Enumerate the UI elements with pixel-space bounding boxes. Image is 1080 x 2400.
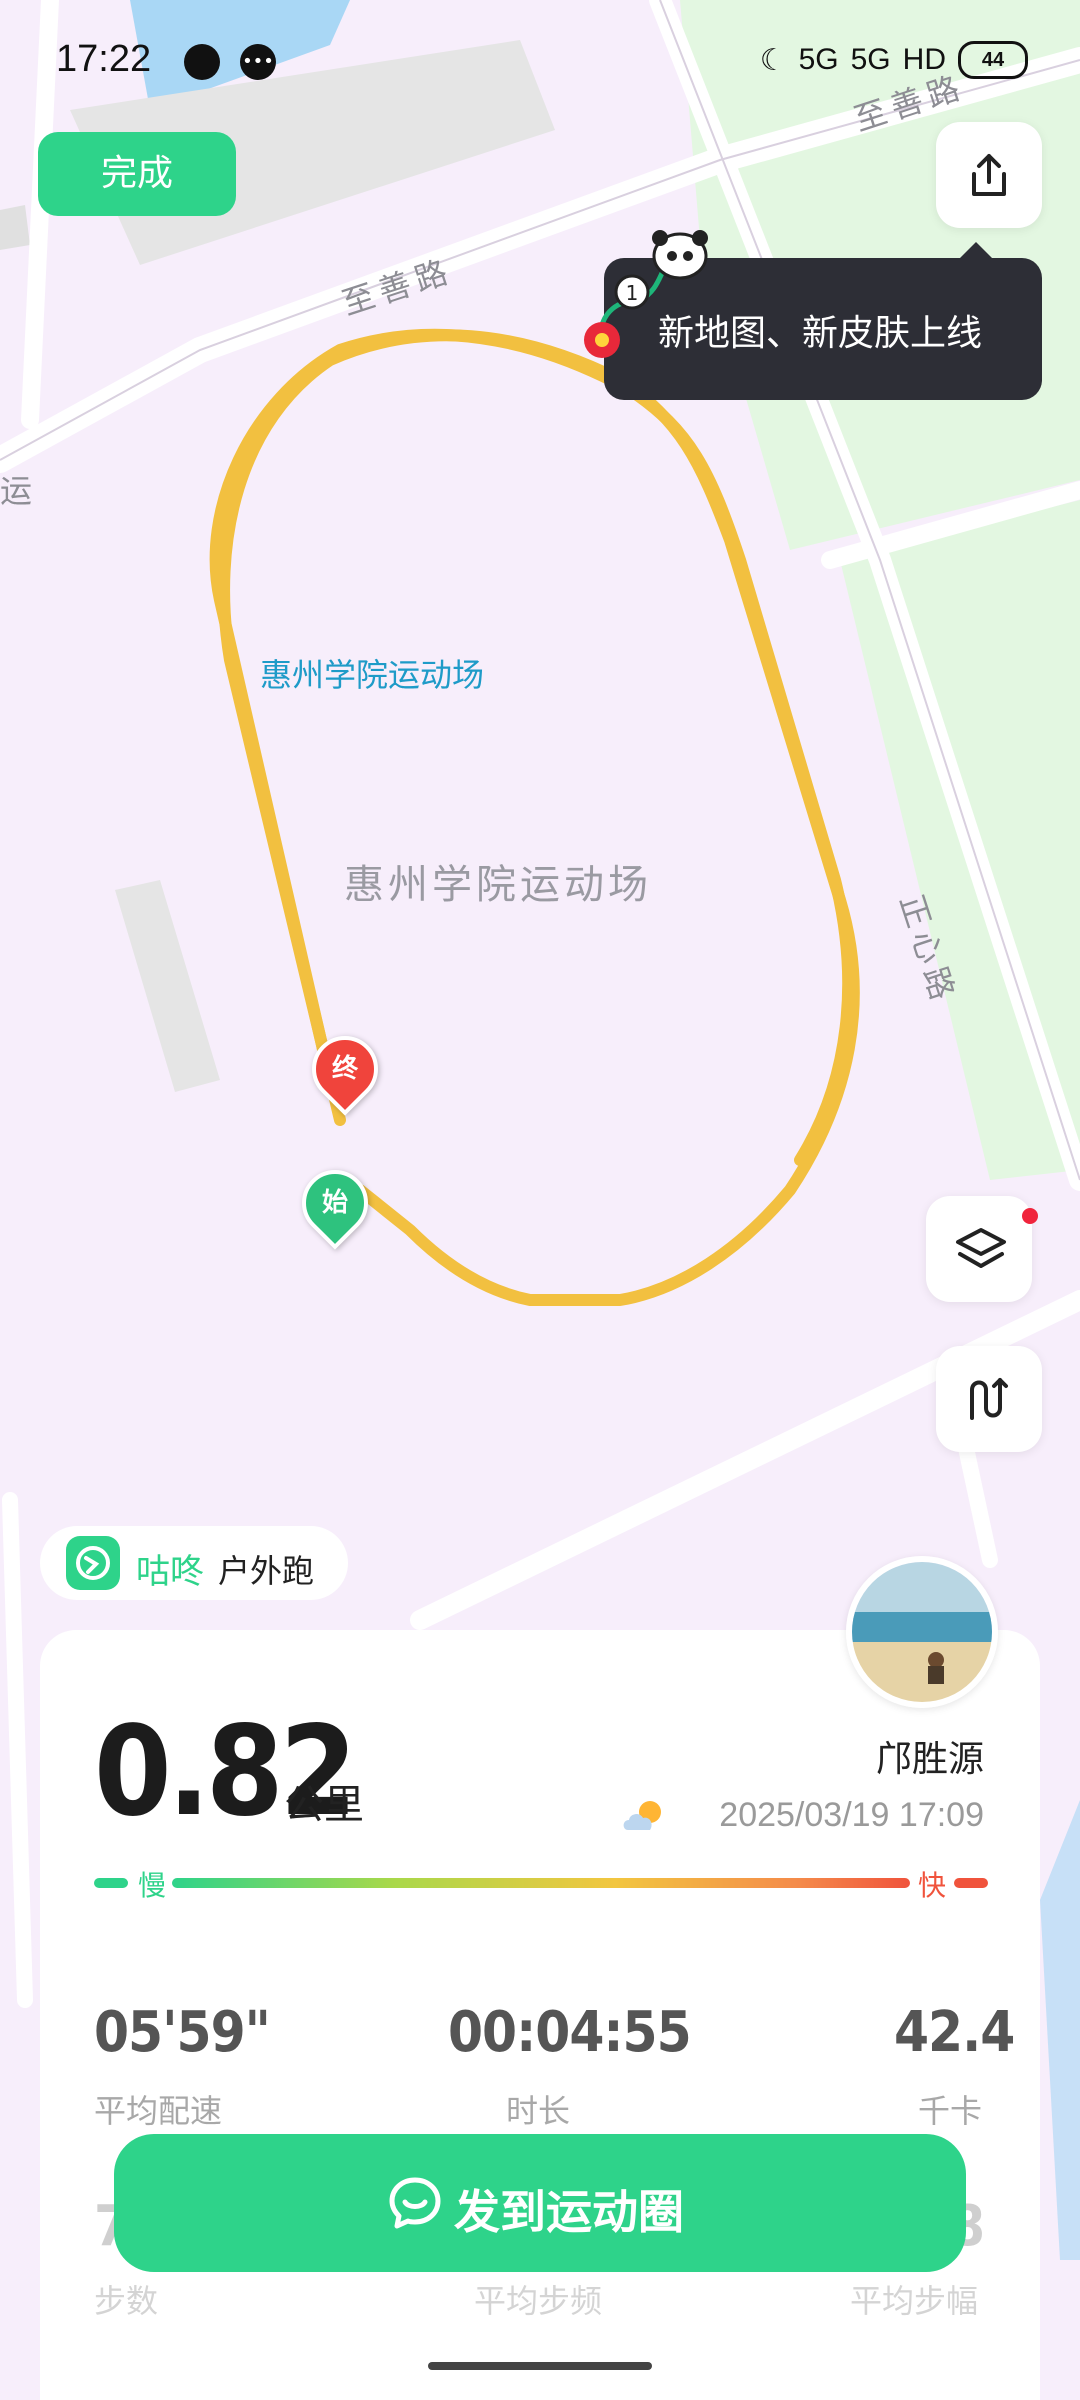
stat-pace-label: 平均配速 [94,2092,223,2130]
activity-datetime: 2025/03/19 17:09 [719,1796,984,1834]
pace-gradient-bar [94,1876,988,1890]
app-brand: 咕咚 [136,1552,204,1592]
post-to-feed-button[interactable]: 发到运动圈 [114,2134,966,2272]
pace-fast-label: 快 [918,1869,947,1902]
stat-pace-value: 05'59" [94,2000,271,2065]
pace-bar-fast-segment [954,1878,988,1888]
signal-icon: 5G [798,43,839,76]
pace-bar-main-segment [172,1878,910,1888]
chat-bubble-icon [389,2177,441,2229]
end-pin-label: 终 [331,1054,358,1084]
stat-calories-value: 42.4 [894,2000,1015,2065]
stat-stride-label: 平均步幅 [850,2282,979,2320]
status-time: 17:22 [56,38,152,80]
road-label-partial: 运 [0,472,39,510]
codoon-logo-icon [66,1536,120,1590]
message-icon: ••• [240,44,276,80]
sport-mode: 户外跑 [218,1552,315,1590]
moon-icon: ☾ [759,43,787,77]
share-button[interactable] [936,122,1042,228]
avatar[interactable] [846,1556,998,1708]
hd-label: HD [902,43,946,76]
area-label: 惠州学院运动场 [344,862,652,908]
status-bar: 17:22 ••• ☾ 5G 5G HD 44 [0,0,1080,120]
pace-bar-slow-segment [94,1878,128,1888]
stat-calories-label: 千卡 [918,2092,983,2130]
user-name[interactable]: 邝胜源 [876,1730,984,1782]
start-pin-label: 始 [321,1188,348,1218]
stat-steps-label: 步数 [94,2282,159,2320]
poi-label[interactable]: 惠州学院运动场 [260,650,484,696]
home-indicator[interactable] [428,2362,652,2370]
app-badge: 咕咚 户外跑 [40,1526,348,1600]
screen: 至善路 至善路 正心路 运 惠州学院运动场 惠州学院运动场 终 始 17:22 … [0,0,1080,2400]
done-button[interactable]: 完成 [38,132,236,216]
stat-duration-label: 时长 [506,2092,571,2130]
status-icons: ☾ 5G 5G HD 44 [760,40,1028,80]
notification-icon [184,44,220,80]
signal-icon-2: 5G [850,43,891,76]
panda-sticker-icon: 1 [584,230,708,358]
distance-unit: 公里 [284,1782,364,1828]
route-style-button[interactable] [936,1346,1042,1452]
route-icon [970,1378,1008,1420]
pace-slow-label: 慢 [138,1869,167,1902]
stat-cadence-label: 平均步频 [474,2282,603,2320]
map-layers-button[interactable] [926,1196,1032,1302]
battery-icon: 44 [958,41,1028,79]
svg-text:1: 1 [626,281,639,305]
share-icon [972,154,1006,196]
layers-icon [956,1228,1006,1268]
post-to-feed-label: 发到运动圈 [454,2185,684,2239]
partly-cloudy-icon [623,1801,661,1830]
stat-duration-value: 00:04:55 [448,2000,692,2065]
layers-badge [1022,1208,1038,1224]
